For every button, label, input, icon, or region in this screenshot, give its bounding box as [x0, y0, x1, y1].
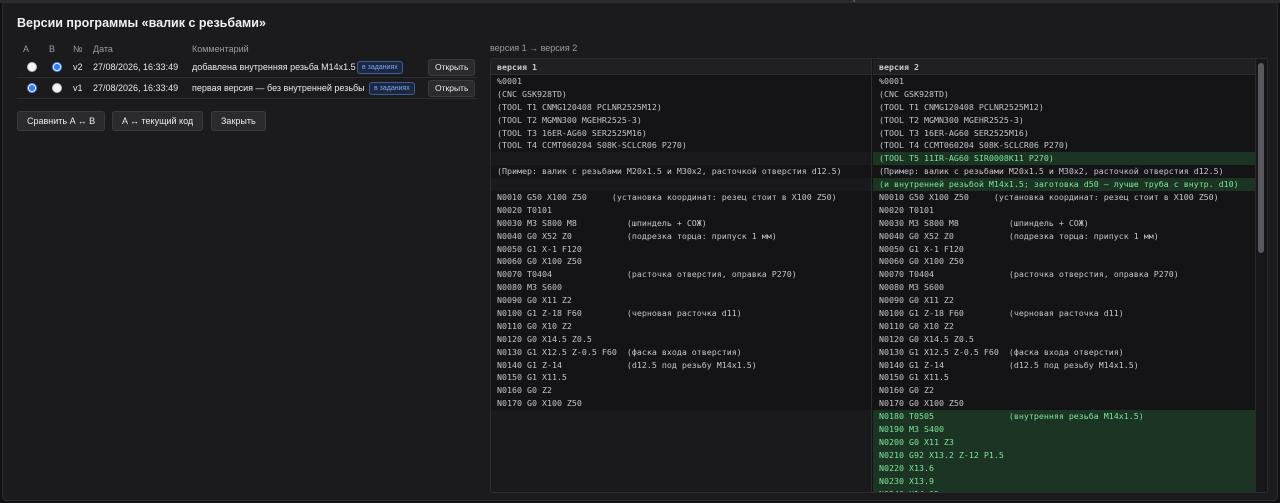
left-code-line: N0030 M3 S800 M8 (шпиндель + СОЖ): [497, 217, 707, 228]
right-code-line: N0020 T0101: [879, 204, 934, 215]
right-code-line: (CNC GSK928TD): [879, 88, 949, 99]
right-code-line: (TOOL T1 CNMG120408 PCLNR2525M12): [879, 101, 1044, 112]
right-code-line: (TOOL T5 11IR-AG60 SIR0008K11 P270): [873, 152, 1256, 166]
right-code-line: %0001: [879, 76, 904, 86]
radio-b[interactable]: [52, 83, 62, 93]
left-code-line: N0140 G1 Z-14 (d12.5 под резьбу M14x1.5): [497, 359, 757, 370]
compare-ab-button[interactable]: Сравнить A ↔ B: [17, 111, 106, 131]
left-code-line: (Пример: валик с резьбами M20x1.5 и M30x…: [497, 166, 842, 177]
left-code-line: %0001: [497, 76, 522, 86]
version-date: 27/08/2026, 16:33:49: [93, 62, 179, 72]
left-code-line: N0060 G0 X100 Z50: [497, 256, 582, 267]
right-code-line: N0040 G0 X52 Z0 (подрезка торца: припуск…: [879, 230, 1159, 241]
right-code-line: N0170 G0 X100 Z50: [879, 398, 964, 409]
left-code-line: N0080 M3 S600: [497, 282, 562, 293]
radio-b[interactable]: [52, 62, 62, 72]
right-code-line: N0060 G0 X100 Z50: [879, 256, 964, 267]
version-row[interactable]: v2 27/08/2026, 16:33:49 добавлена внутренн…: [17, 57, 477, 78]
right-code-line: N0160 G0 Z2: [879, 385, 934, 396]
in-tasks-badge: в заданиях: [369, 82, 415, 95]
right-code-line: N0090 G0 X11 Z2: [879, 295, 954, 306]
diff-scrollbar[interactable]: [1255, 59, 1265, 492]
header-date: Дата: [93, 44, 113, 54]
version-comment: добавлена внутренняя резьба M14x1.5: [192, 62, 356, 72]
right-code-line: N0210 G92 X13.2 Z-12 P1.5: [873, 448, 1256, 462]
header-comment: Комментарий: [192, 44, 249, 54]
header-b: B: [49, 44, 56, 54]
left-empty-filler: [491, 410, 871, 492]
right-code-line: N0030 M3 S800 M8 (шпиндель + СОЖ): [879, 217, 1089, 228]
left-code-line: [491, 178, 871, 192]
versions-dialog: Версии программы «валик с резьбами» A B …: [2, 2, 1278, 501]
right-code-line: N0140 G1 Z-14 (d12.5 под резьбу M14x1.5): [879, 359, 1139, 370]
compare-current-button[interactable]: A ↔ текущий код: [112, 111, 204, 131]
header-num: №: [73, 44, 83, 54]
left-code-line: N0170 G0 X100 Z50: [497, 398, 582, 409]
radio-a[interactable]: [27, 62, 37, 72]
diff-caption: версия 1 → версия 2: [490, 43, 578, 53]
version-number: v2: [73, 62, 83, 72]
diff-left-pane[interactable]: версия 1 %0001 (CNC GSK928TD) (TOOL T1 CNM…: [491, 59, 872, 492]
diff-scrollbar-thumb[interactable]: [1258, 63, 1264, 253]
right-code-line: N0240 X14.05: [873, 487, 1256, 492]
left-code-line: (CNC GSK928TD): [497, 88, 567, 99]
diff-view: версия 1 %0001 (CNC GSK928TD) (TOOL T1 CNM…: [490, 58, 1268, 493]
right-code-line: (TOOL T3 16ER-AG60 SER2525M16): [879, 127, 1029, 138]
right-code-line: N0120 G0 X14.5 Z0.5: [879, 333, 974, 344]
left-code-line: (TOOL T3 16ER-AG60 SER2525M16): [497, 127, 647, 138]
left-code-line: N0100 G1 Z-18 F60 (черновая расточка d11…: [497, 308, 742, 319]
version-date: 27/08/2026, 16:33:49: [93, 83, 179, 93]
open-version-button[interactable]: Открыть: [428, 80, 476, 97]
right-code-line: (TOOL T2 MGMN300 MGEHR2525-3): [879, 114, 1024, 125]
left-code-line: (TOOL T4 CCMT060204 S08K-SCLCR06 P270): [497, 140, 687, 151]
diff-right-title: версия 2: [873, 59, 1256, 75]
left-code-line: (TOOL T1 CNMG120408 PCLNR2525M12): [497, 101, 662, 112]
left-code-line: N0120 G0 X14.5 Z0.5: [497, 333, 592, 344]
versions-table: A B № Дата Комментарий v2 27/08/2026, 16:…: [17, 43, 477, 99]
left-code-line: N0150 G1 X11.5: [497, 372, 567, 383]
right-code-line: N0180 T0505 (внутренняя резьба M14x1.5): [873, 410, 1256, 424]
right-code-line: (Пример: валик с резьбами M20x1.5 и M30x…: [879, 166, 1224, 177]
right-code-line: N0110 G0 X10 Z2: [879, 320, 954, 331]
right-code-line: N0190 M3 S400: [873, 423, 1256, 436]
left-code-line: N0070 T0404 (расточка отверстия, оправка…: [497, 269, 797, 280]
left-code-line: N0020 T0101: [497, 204, 552, 215]
left-code-line: N0110 G0 X10 Z2: [497, 320, 572, 331]
versions-table-header: A B № Дата Комментарий: [17, 43, 477, 57]
right-code-line: N0080 M3 S600: [879, 282, 944, 293]
right-code-line: N0150 G1 X11.5: [879, 372, 949, 383]
in-tasks-badge: в заданиях: [357, 61, 403, 74]
left-code-line: (TOOL T2 MGMN300 MGEHR2525-3): [497, 114, 642, 125]
header-a: A: [23, 44, 30, 54]
right-code-line: (и внутренней резьбой M14x1.5; заготовка…: [873, 178, 1256, 192]
diff-left-title: версия 1: [491, 59, 871, 75]
close-button[interactable]: Закрыть: [211, 111, 266, 131]
open-version-button[interactable]: Открыть: [428, 59, 476, 76]
left-code-line: N0010 G50 X100 Z50 (установка координат:…: [497, 192, 837, 203]
left-code-line: N0160 G0 Z2: [497, 385, 552, 396]
right-code-line: N0050 G1 X-1 F120: [879, 243, 964, 254]
right-code-line: N0100 G1 Z-18 F60 (черновая расточка d11…: [879, 308, 1124, 319]
version-row[interactable]: v1 27/08/2026, 16:33:49 первая версия — бе…: [17, 78, 477, 99]
left-code-line: N0040 G0 X52 Z0 (подрезка торца: припуск…: [497, 230, 777, 241]
diff-right-pane[interactable]: версия 2 %0001 (CNC GSK928TD) (TOOL T1 CNM…: [873, 59, 1256, 492]
version-number: v1: [73, 83, 83, 93]
left-code-line: N0090 G0 X11 Z2: [497, 295, 572, 306]
radio-a[interactable]: [27, 83, 37, 93]
right-code-line: N0130 G1 X12.5 Z-0.5 F60 (фаска входа от…: [879, 346, 1124, 357]
left-code-line: [491, 152, 871, 166]
left-code-line: N0130 G1 X12.5 Z-0.5 F60 (фаска входа от…: [497, 346, 742, 357]
right-code-line: N0010 G50 X100 Z50 (установка координат:…: [879, 192, 1219, 203]
dialog-title: Версии программы «валик с резьбами»: [17, 16, 266, 30]
left-code-line: N0050 G1 X-1 F120: [497, 243, 582, 254]
right-code-line: (TOOL T4 CCMT060204 S08K-SCLCR06 P270): [879, 140, 1069, 151]
right-code-line: N0070 T0404 (расточка отверстия, оправка…: [879, 269, 1179, 280]
right-code-line: N0230 X13.9: [873, 474, 1256, 488]
right-code-line: N0220 X13.6: [873, 461, 1256, 475]
version-comment: первая версия — без внутренней резьбы: [192, 83, 365, 93]
right-code-line: N0200 G0 X11 Z3: [873, 435, 1256, 449]
